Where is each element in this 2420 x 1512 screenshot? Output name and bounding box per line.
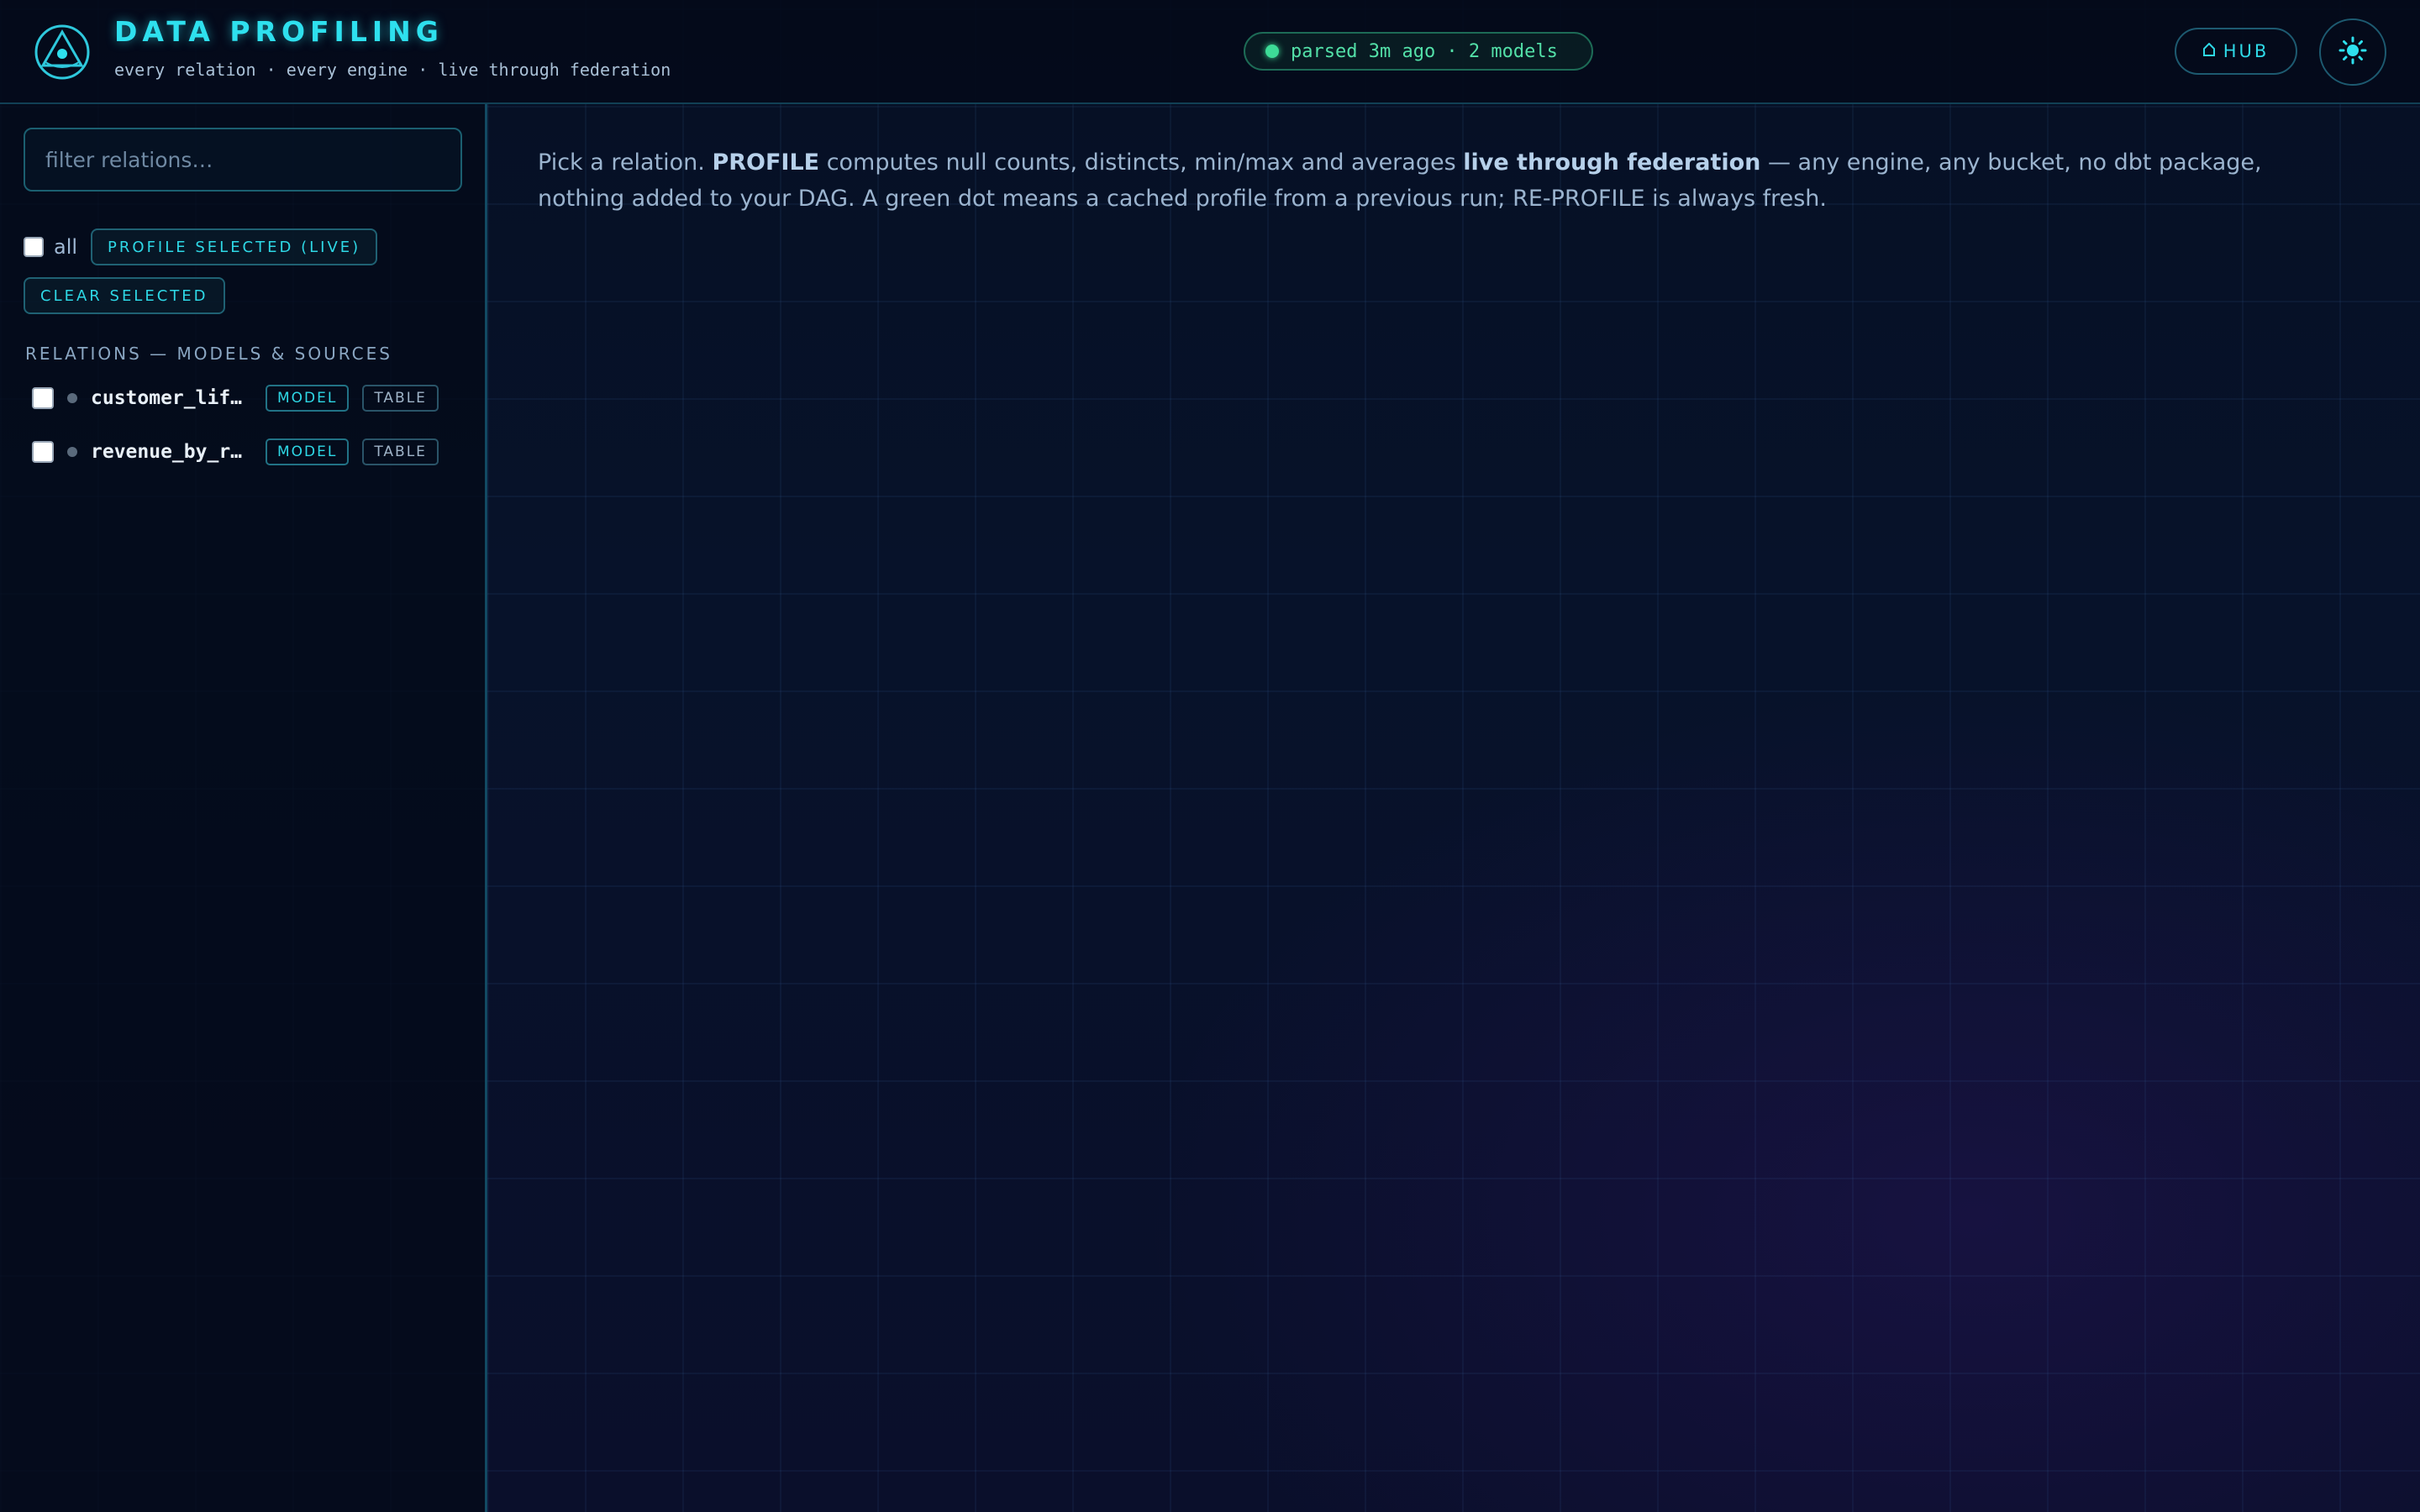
profiling-intro-text: Pick a relation. PROFILE computes null c… — [538, 144, 2328, 217]
profile-cache-dot-icon — [67, 393, 77, 403]
profile-cache-dot-icon — [67, 447, 77, 457]
bulk-actions-row: all PROFILE SELECTED (LIVE) — [24, 228, 378, 265]
intro-text-part: Pick a relation. — [538, 150, 713, 176]
intro-text-part: computes null counts, distincts, min/max… — [819, 150, 1464, 176]
relation-item[interactable]: customer_lifetime_value MODEL TABLE — [32, 381, 460, 415]
relation-kind-tag: MODEL — [266, 385, 350, 412]
relation-checkbox[interactable] — [32, 441, 54, 463]
relation-item[interactable]: revenue_by_region MODEL TABLE — [32, 435, 460, 469]
profile-keyword: PROFILE — [712, 150, 820, 176]
sun-icon — [2338, 36, 2367, 68]
relations-sidebar: all PROFILE SELECTED (LIVE) CLEAR SELECT… — [0, 104, 487, 1512]
clear-selected-button[interactable]: CLEAR SELECTED — [24, 277, 225, 314]
parse-status-text: parsed 3m ago · 2 models — [1291, 40, 1558, 62]
filter-relations-input[interactable] — [24, 128, 462, 192]
relation-checkbox[interactable] — [32, 387, 54, 409]
relation-name[interactable]: customer_lifetime_value — [91, 387, 250, 409]
relation-name[interactable]: revenue_by_region — [91, 441, 250, 463]
app-root: DATA PROFILING every relation · every en… — [0, 0, 2420, 1512]
relation-materialization-tag: TABLE — [362, 438, 439, 465]
hub-button[interactable]: HUB — [2175, 28, 2297, 75]
app-subtitle: every relation · every engine · live thr… — [114, 60, 671, 80]
hub-button-label: HUB — [2223, 41, 2270, 61]
select-all-checkbox[interactable] — [24, 237, 44, 257]
select-all-label: all — [54, 235, 78, 259]
top-header: DATA PROFILING every relation · every en… — [0, 0, 2420, 104]
parse-status-badge: parsed 3m ago · 2 models — [1244, 32, 1593, 71]
relations-section-title: RELATIONS — MODELS & SOURCES — [25, 344, 392, 364]
triangle-eye-logo-icon — [34, 24, 91, 81]
theme-toggle-button[interactable] — [2319, 18, 2386, 86]
live-federation-keyword: live through federation — [1463, 150, 1761, 176]
app-title: DATA PROFILING — [114, 15, 444, 48]
status-dot-icon — [1265, 45, 1279, 58]
home-icon — [2202, 42, 2215, 60]
relation-kind-tag: MODEL — [266, 438, 350, 465]
profile-selected-button[interactable]: PROFILE SELECTED (LIVE) — [91, 228, 378, 265]
relation-materialization-tag: TABLE — [362, 385, 439, 412]
